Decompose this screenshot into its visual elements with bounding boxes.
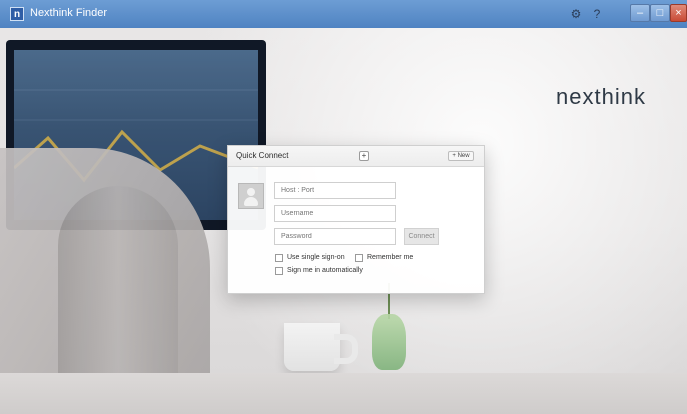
plant-image [372,314,406,370]
app-window: n Nexthink Finder ⚙ ? – □ × nexthink Qui… [0,0,687,414]
new-button[interactable]: + New [448,151,474,161]
cup-handle [334,334,358,364]
user-avatar-icon [238,183,264,209]
auto-sign-in-label: Sign me in automatically [287,267,363,274]
close-button[interactable]: × [670,4,687,22]
connect-button[interactable]: Connect [404,228,439,245]
add-button[interactable]: + [359,151,369,161]
username-input[interactable] [274,205,396,222]
title-bar: n Nexthink Finder ⚙ ? – □ × [0,0,687,29]
password-input[interactable] [274,228,396,245]
quick-connect-header: Quick Connect + + New [228,146,484,167]
minimize-button[interactable]: – [630,4,650,22]
desk-surface [0,373,687,414]
quick-connect-title: Quick Connect [236,151,289,160]
settings-icon[interactable]: ⚙ [569,7,583,21]
remember-me-label: Remember me [367,254,414,261]
maximize-button[interactable]: □ [650,4,670,22]
remember-me-checkbox[interactable] [355,254,363,262]
help-icon[interactable]: ? [590,7,604,21]
auto-sign-in-checkbox[interactable] [275,267,283,275]
app-icon: n [10,7,24,21]
quick-connect-dialog: Quick Connect + + New Connect Use single… [227,145,485,294]
nexthink-logo: nexthink [556,84,646,109]
cup-image [284,323,340,371]
host-port-input[interactable] [274,182,396,199]
window-title: Nexthink Finder [30,7,108,19]
single-sign-on-label: Use single sign-on [287,254,345,261]
single-sign-on-checkbox[interactable] [275,254,283,262]
